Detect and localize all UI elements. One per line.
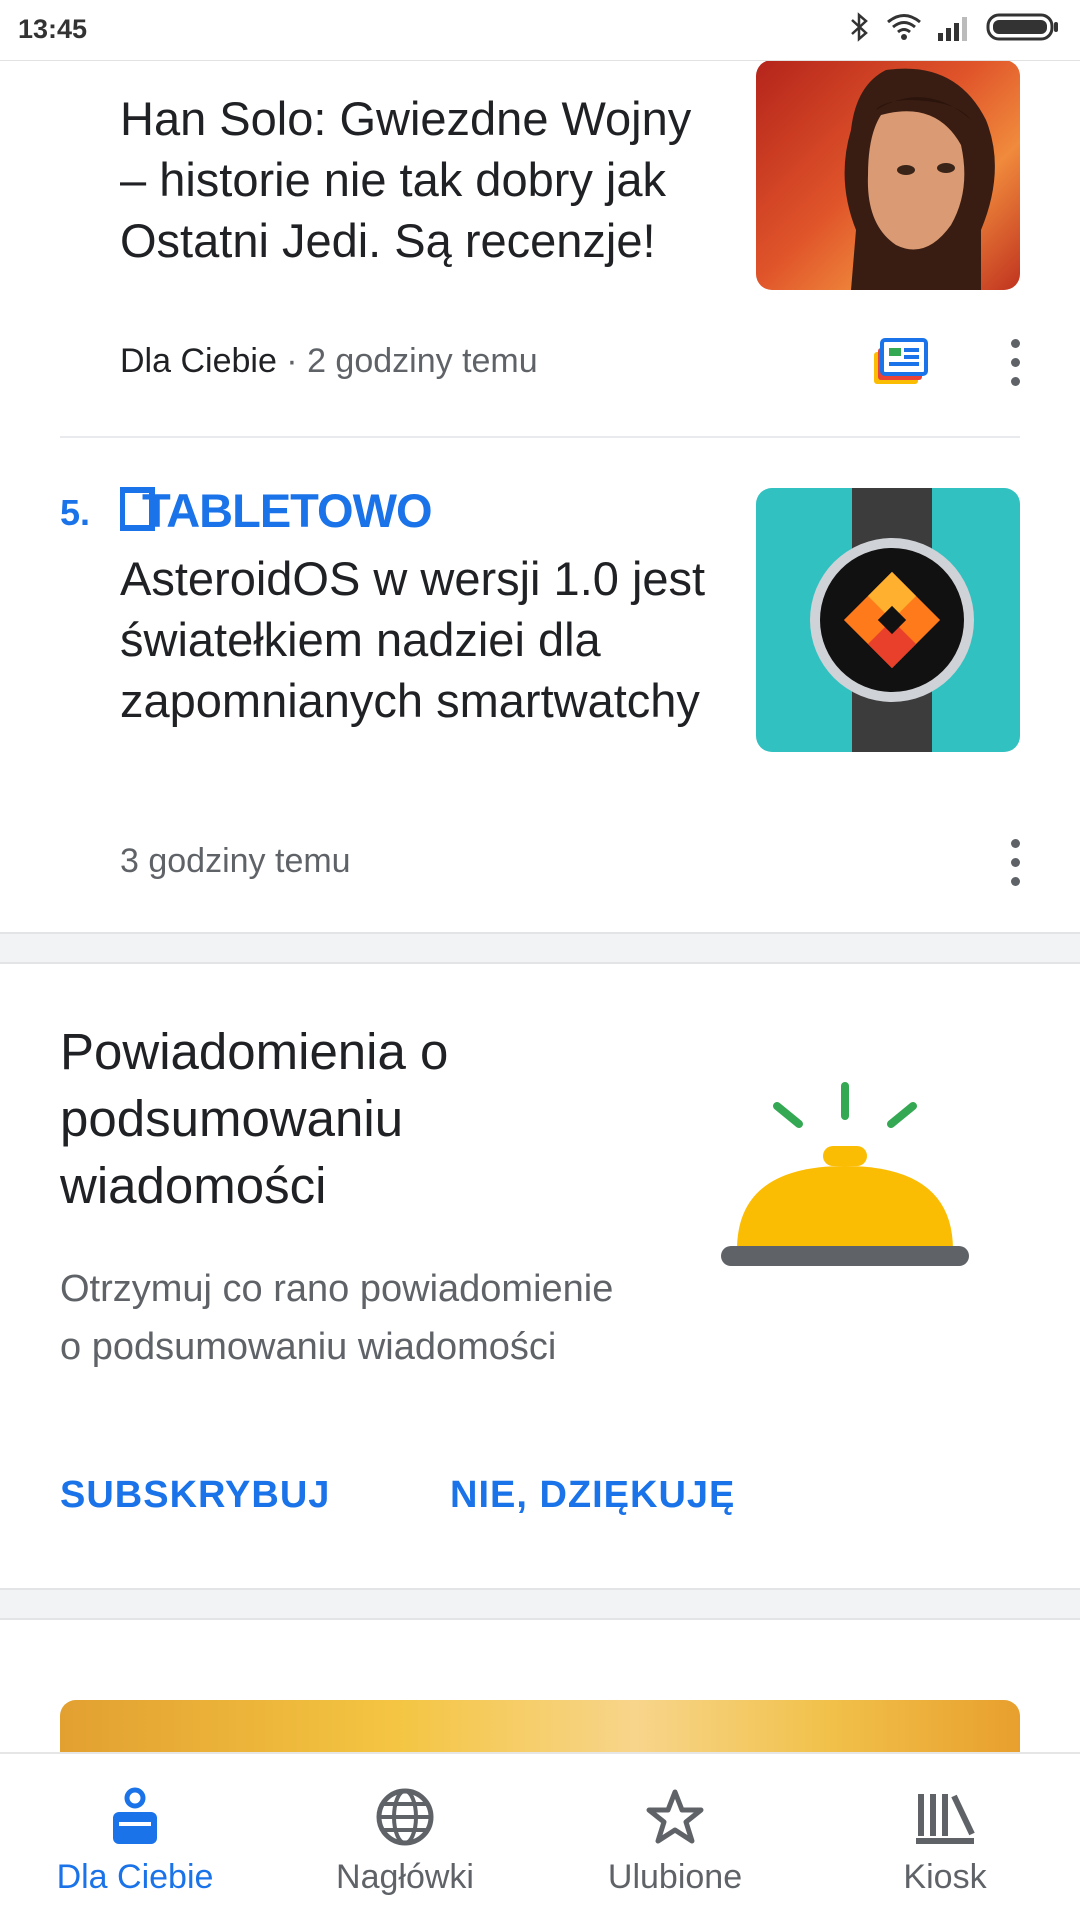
status-bar: 13:45 [0, 0, 1080, 61]
nav-label: Ulubione [607, 1858, 743, 1896]
bell-icon [715, 1080, 975, 1285]
article-card[interactable]: Han Solo: Gwiezdne Wojny – historie nie … [0, 60, 1080, 438]
article-card[interactable]: 5. TABLETOWO AsteroidOS w wersji 1.0 jes… [0, 438, 1080, 932]
star-icon [646, 1789, 704, 1844]
more-options-icon[interactable] [995, 332, 1035, 392]
newsstand-icon [916, 1794, 975, 1844]
article-title[interactable]: AsteroidOS w wersji 1.0 jest światełkiem… [120, 548, 720, 731]
nav-label: Kiosk [903, 1858, 987, 1896]
more-options-icon[interactable] [995, 832, 1035, 892]
battery-icon [986, 13, 1058, 41]
publisher-name: TABLETOWO [142, 486, 432, 532]
portrait-image [844, 68, 995, 290]
article-source[interactable]: Dla Ciebie [120, 342, 277, 380]
nav-label: Nagłówki [336, 1858, 474, 1896]
article-title[interactable]: Han Solo: Gwiezdne Wojny – historie nie … [120, 88, 730, 271]
for-you-icon [113, 1787, 157, 1844]
nav-newsstand[interactable]: Kiosk [810, 1754, 1080, 1922]
meta-separator: · [276, 342, 308, 380]
status-time: 13:45 [18, 14, 88, 44]
nav-favorites[interactable]: Ulubione [540, 1754, 810, 1922]
publisher-logo[interactable]: TABLETOWO [119, 484, 470, 537]
subscribe-button[interactable]: SUBSKRYBUJ [60, 1474, 330, 1517]
promo-body: Otrzymuj co rano powiadomienie o podsumo… [60, 1268, 614, 1368]
promo-title: Powiadomienia o podsumowaniu wiadomości [60, 1023, 449, 1214]
smartwatch-image [810, 488, 974, 752]
status-icons [848, 12, 1060, 42]
next-article-image[interactable] [60, 1700, 1020, 1760]
section-separator [0, 1588, 1080, 1620]
bluetooth-icon [851, 12, 868, 42]
article-time: 2 godziny temu [307, 342, 538, 380]
article-time: 3 godziny temu [120, 842, 351, 880]
article-meta: Dla Ciebie · 2 godziny temu [120, 342, 538, 381]
article-thumbnail[interactable] [756, 60, 1020, 290]
signal-icon [938, 17, 967, 41]
nav-headlines[interactable]: Nagłówki [270, 1754, 540, 1922]
article-thumbnail[interactable] [756, 488, 1020, 752]
wifi-icon [887, 14, 921, 40]
bottom-navigation: Dla Ciebie Nagłówki Ulubione Kiosk [0, 1752, 1080, 1922]
briefing-promo-card: Powiadomienia o podsumowaniu wiadomości … [0, 962, 1080, 1588]
full-coverage-icon[interactable] [872, 338, 928, 391]
globe-icon [376, 1788, 434, 1846]
section-separator [0, 932, 1080, 964]
nav-label: Dla Ciebie [56, 1858, 214, 1896]
decline-button[interactable]: NIE, DZIĘKUJĘ [450, 1474, 735, 1517]
nav-for-you[interactable]: Dla Ciebie [0, 1754, 270, 1922]
article-rank: 5. [60, 492, 91, 533]
